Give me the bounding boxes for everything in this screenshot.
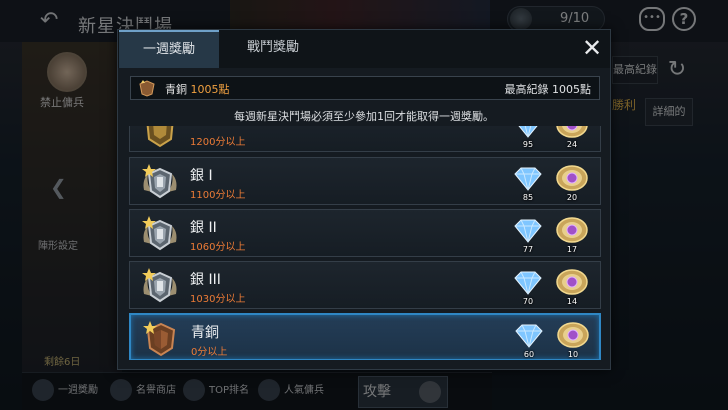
reward-row[interactable]: 1200分以上 95 24: [129, 126, 601, 152]
diamond-icon: 60: [512, 321, 546, 359]
diamond-icon: 70: [511, 268, 545, 306]
reward-row[interactable]: 銀 I 1100分以上 85 20: [129, 157, 601, 205]
weekly-reward-modal: 一週獎勵 戰鬥獎勵 ✕ 青銅 1005點 最高紀錄 1005點 每週新星決鬥場必…: [117, 29, 611, 370]
coin-count: 14: [566, 297, 578, 306]
rank-requirement: 1060分以上: [190, 242, 246, 253]
rank-medal-icon: [137, 79, 157, 97]
diamond-icon: 85: [511, 164, 545, 202]
rank-requirement: 1100分以上: [190, 190, 246, 201]
rank-requirement: 1200分以上: [190, 137, 246, 148]
tab-battle-reward[interactable]: 戰鬥獎勵: [238, 30, 308, 68]
reward-row[interactable]: 青銅 0分以上 60 10: [129, 313, 601, 360]
rank-name: 青銅: [191, 325, 219, 341]
coin-count: 17: [566, 245, 578, 254]
coin-count: 20: [566, 193, 578, 202]
current-rank: 青銅 1005點: [165, 81, 230, 97]
reward-row[interactable]: 銀 III 1030分以上 70 14: [129, 261, 601, 309]
rank-requirement: 0分以上: [191, 347, 228, 358]
honor-coin-icon: 14: [555, 268, 589, 306]
gem-count: 95: [522, 140, 534, 149]
gem-count: 77: [522, 245, 534, 254]
gem-count: 60: [523, 350, 535, 359]
tab-weekly-reward[interactable]: 一週獎勵: [119, 30, 219, 68]
honor-coin-icon: 20: [555, 164, 589, 202]
rank-emblem-icon: [141, 319, 181, 359]
reward-notice: 每週新星決鬥場必須至少參加1回才能取得一週獎勵。: [234, 110, 494, 123]
diamond-icon: 95: [511, 126, 545, 149]
rank-name: 銀 III: [190, 272, 221, 288]
honor-coin-icon: 24: [555, 126, 589, 149]
current-points: 1005點: [190, 83, 230, 96]
rank-emblem-icon: [140, 162, 180, 202]
honor-coin-icon: 17: [555, 216, 589, 254]
coin-count: 24: [566, 140, 578, 149]
rank-name: 銀 I: [190, 168, 213, 184]
gem-count: 85: [522, 193, 534, 202]
rank-name: 銀 II: [190, 220, 217, 236]
rank-emblem-icon: [140, 266, 180, 306]
gem-count: 70: [522, 297, 534, 306]
modal-tabs: 一週獎勵 戰鬥獎勵 ✕: [118, 30, 610, 68]
current-rank-bar: 青銅 1005點 最高紀錄 1005點: [130, 76, 600, 100]
reward-list[interactable]: 1200分以上 95 24 銀 I 1100分以上 85 20 銀 II 1060分以上 77 17…: [129, 126, 602, 360]
reward-row[interactable]: 銀 II 1060分以上 77 17: [129, 209, 601, 257]
best-record: 最高紀錄 1005點: [504, 83, 592, 96]
rank-emblem-icon: [140, 214, 180, 254]
coin-count: 10: [567, 350, 579, 359]
close-icon[interactable]: ✕: [578, 35, 606, 63]
current-rank-name: 青銅: [165, 83, 187, 96]
rank-requirement: 1030分以上: [190, 294, 246, 305]
rank-emblem-icon: [140, 126, 180, 149]
honor-coin-icon: 10: [556, 321, 590, 359]
diamond-icon: 77: [511, 216, 545, 254]
